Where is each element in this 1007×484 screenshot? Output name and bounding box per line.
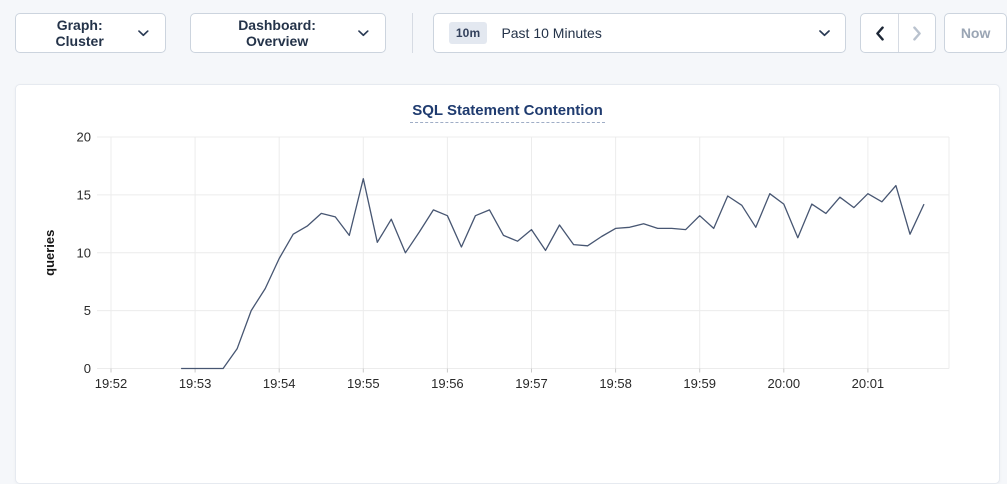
- graph-dropdown[interactable]: Graph: Cluster: [15, 13, 166, 53]
- chevron-left-icon: [875, 26, 885, 41]
- time-range-label: Past 10 Minutes: [501, 25, 601, 41]
- x-tick-label: 19:55: [347, 376, 380, 391]
- time-range-badge: 10m: [449, 22, 488, 44]
- time-nav-group: [860, 13, 936, 53]
- y-tick-label: 0: [84, 361, 91, 376]
- next-time-button[interactable]: [898, 14, 935, 52]
- chevron-down-icon: [358, 30, 369, 37]
- x-tick-label: 19:57: [515, 376, 548, 391]
- dashboard-dropdown[interactable]: Dashboard: Overview: [190, 13, 386, 53]
- chart-title[interactable]: SQL Statement Contention: [410, 102, 605, 123]
- series-line: [181, 179, 924, 369]
- time-range-picker[interactable]: 10m Past 10 Minutes: [433, 13, 846, 53]
- x-tick-label: 20:00: [768, 376, 801, 391]
- toolbar: Graph: Cluster Dashboard: Overview 10m P…: [0, 0, 1007, 53]
- dashboard-dropdown-label: Dashboard: Overview: [207, 17, 347, 49]
- line-chart: 0 5 10 15 20 19:52 19:53 19:54 19:55 19:56 19:57 19…: [16, 125, 1001, 417]
- graph-dropdown-label: Graph: Cluster: [32, 17, 127, 49]
- y-tick-label: 10: [77, 245, 91, 260]
- y-tick-label: 15: [77, 187, 91, 202]
- chart-title-row: SQL Statement Contention: [16, 85, 999, 125]
- x-tick-label: 19:56: [431, 376, 464, 391]
- x-tick-label: 19:58: [599, 376, 632, 391]
- chart-card: SQL Statement Contention 0 5 10 15 20 19:52 19…: [15, 84, 1000, 484]
- prev-time-button[interactable]: [861, 14, 898, 52]
- y-axis-label: queries: [42, 230, 57, 276]
- chevron-right-icon: [912, 26, 922, 41]
- toolbar-divider: [412, 13, 413, 53]
- x-tick-label: 19:54: [263, 376, 296, 391]
- y-tick-label: 5: [84, 303, 91, 318]
- y-tick-label: 20: [77, 130, 91, 145]
- chevron-down-icon: [819, 30, 830, 37]
- x-tick-label: 20:01: [852, 376, 885, 391]
- x-tick-label: 19:52: [95, 376, 128, 391]
- x-tick-label: 19:59: [683, 376, 716, 391]
- chevron-down-icon: [138, 30, 149, 37]
- x-tick-label: 19:53: [179, 376, 212, 391]
- now-button[interactable]: Now: [944, 13, 1007, 53]
